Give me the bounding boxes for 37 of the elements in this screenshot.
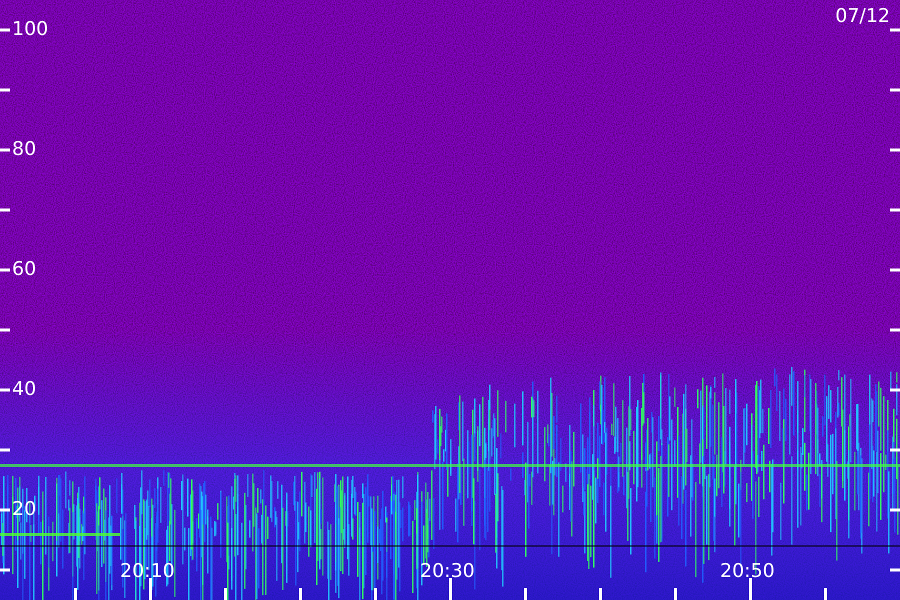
axis-label: 20:50: [720, 562, 775, 581]
tick-mark: [890, 388, 900, 392]
axis-label: 40: [12, 380, 36, 399]
tick-mark: [890, 268, 900, 272]
tick-mark: [674, 588, 677, 600]
tick-mark: [0, 88, 10, 92]
tick-mark: [449, 578, 452, 600]
tick-mark: [149, 578, 152, 600]
tick-mark: [890, 88, 900, 92]
axis-label: 100: [12, 20, 48, 39]
tick-mark: [890, 328, 900, 332]
tick-mark: [0, 388, 10, 392]
tick-mark: [224, 588, 227, 600]
tick-mark: [890, 448, 900, 452]
tick-mark: [890, 568, 900, 572]
tick-mark: [0, 268, 10, 272]
date-label: 07/12: [835, 7, 890, 26]
tick-mark: [374, 588, 377, 600]
tick-mark: [0, 508, 10, 512]
tick-mark: [890, 208, 900, 212]
tick-mark: [890, 28, 900, 32]
tick-mark: [74, 588, 77, 600]
tick-mark: [299, 588, 302, 600]
axis-label: 80: [12, 140, 36, 159]
tick-mark: [890, 508, 900, 512]
tick-mark: [0, 568, 10, 572]
tick-mark: [0, 328, 10, 332]
tick-mark: [824, 588, 827, 600]
tick-mark: [0, 208, 10, 212]
tick-mark: [524, 588, 527, 600]
axis-label: 60: [12, 260, 36, 279]
tick-mark: [890, 148, 900, 152]
tick-mark: [0, 448, 10, 452]
tick-mark: [599, 588, 602, 600]
tick-mark: [749, 578, 752, 600]
tick-mark: [0, 148, 10, 152]
tick-mark: [0, 28, 10, 32]
